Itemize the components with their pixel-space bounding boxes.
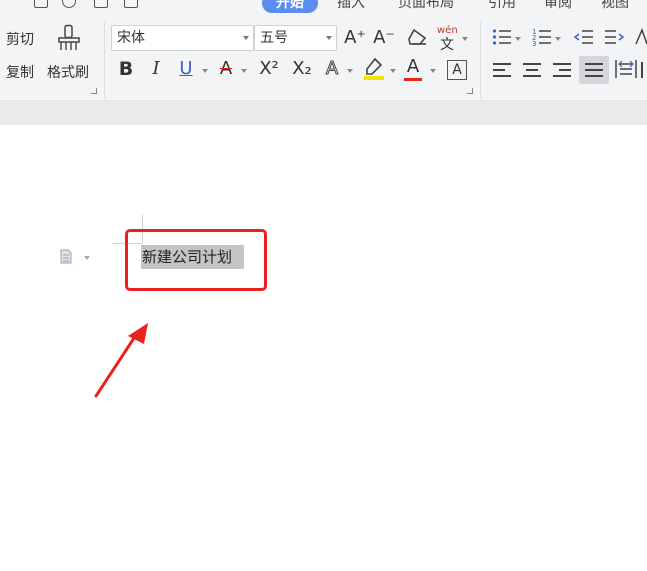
align-right-icon[interactable] (553, 62, 571, 78)
undo-icon[interactable] (62, 0, 76, 8)
chevron-down-icon[interactable] (241, 69, 247, 73)
bold-button[interactable]: B (116, 58, 136, 80)
decrease-indent-icon[interactable] (574, 28, 594, 46)
font-size-value: 五号 (260, 30, 288, 46)
copy-button[interactable]: 复制 (6, 62, 34, 82)
clipboard-dialog-launcher[interactable] (91, 88, 97, 94)
font-dialog-launcher[interactable] (467, 88, 473, 94)
chevron-down-icon[interactable] (347, 69, 353, 73)
italic-button[interactable]: I (146, 58, 166, 80)
preview-icon[interactable] (124, 0, 138, 8)
font-family-select[interactable]: 宋体 (111, 25, 254, 51)
chevron-down-icon[interactable] (555, 37, 561, 41)
annotation-arrow-icon (94, 323, 148, 398)
chevron-down-icon[interactable] (462, 37, 468, 41)
tab-page-layout[interactable]: 页面布局 (398, 0, 454, 12)
annotation-highlight-box (125, 229, 267, 291)
shrink-font-button[interactable]: A⁻ (373, 27, 395, 49)
save-icon[interactable] (34, 0, 48, 8)
format-painter-button[interactable]: 格式刷 (47, 62, 89, 82)
tab-insert[interactable]: 插入 (337, 0, 365, 12)
text-effect-button[interactable]: A (322, 58, 342, 80)
ruler-area (0, 101, 647, 125)
tab-home[interactable]: 开始 (262, 0, 318, 13)
strikethrough-button[interactable]: A (216, 58, 236, 80)
font-family-value: 宋体 (117, 30, 145, 46)
align-center-icon[interactable] (523, 62, 541, 78)
tab-review[interactable]: 审阅 (544, 0, 572, 12)
clear-format-icon[interactable] (408, 28, 428, 46)
cut-button[interactable]: 剪切 (6, 29, 34, 49)
chevron-down-icon (326, 36, 332, 40)
tab-references[interactable]: 引用 (488, 0, 516, 12)
align-left-icon[interactable] (493, 62, 511, 78)
group-separator (480, 22, 481, 98)
font-color-swatch (404, 78, 422, 81)
chevron-down-icon (243, 36, 249, 40)
group-separator (104, 22, 105, 98)
font-color-button[interactable]: A (403, 56, 423, 78)
increase-indent-icon[interactable] (604, 28, 624, 46)
highlight-icon[interactable] (363, 57, 385, 81)
chevron-down-icon[interactable] (202, 69, 208, 73)
numbered-list-icon[interactable]: 1 2 3 (532, 27, 552, 47)
chevron-down-icon[interactable] (515, 37, 521, 41)
chevron-down-icon[interactable] (84, 256, 90, 260)
chevron-down-icon[interactable] (390, 69, 396, 73)
justify-icon (585, 62, 603, 78)
menu-tab-bar: 开始 插入 页面布局 引用 审阅 视图 (0, 0, 647, 14)
tab-view[interactable]: 视图 (601, 0, 629, 12)
character-border-button[interactable]: A (447, 60, 467, 80)
line-spacing-icon[interactable] (641, 62, 647, 78)
distributed-align-icon[interactable] (615, 59, 637, 79)
bullet-list-icon[interactable] (492, 28, 512, 46)
svg-text:3: 3 (532, 40, 536, 47)
phonetic-char-icon: 文 (440, 37, 454, 53)
grow-font-button[interactable]: A⁺ (344, 27, 366, 49)
print-icon[interactable] (94, 0, 108, 8)
font-size-select[interactable]: 五号 (254, 25, 337, 51)
subscript-button[interactable]: X₂ (289, 58, 315, 80)
chevron-down-icon[interactable] (430, 69, 436, 73)
underline-button[interactable]: U (176, 58, 196, 80)
superscript-button[interactable]: X² (256, 58, 282, 80)
format-painter-icon[interactable] (56, 24, 82, 52)
text-direction-icon[interactable] (634, 28, 647, 46)
paragraph-layout-icon[interactable] (60, 249, 72, 264)
